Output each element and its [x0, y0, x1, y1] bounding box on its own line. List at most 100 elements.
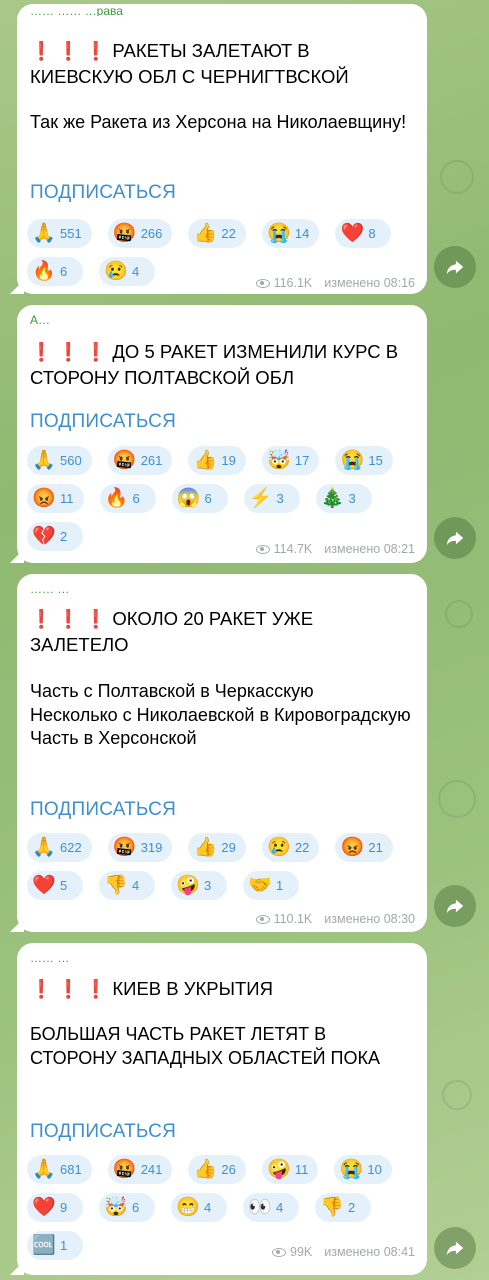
reaction-chip[interactable]: 🤬 319: [107, 833, 173, 862]
reaction-count: 3: [276, 491, 284, 506]
channel-name[interactable]: …… …… …рава: [30, 4, 123, 16]
reaction-chip[interactable]: 🤬 266: [107, 219, 173, 248]
reaction-count: 5: [60, 878, 68, 893]
reaction-count: 26: [221, 1162, 236, 1177]
reaction-emoji-icon: ❤️: [32, 874, 56, 896]
edited-time: изменено 08:30: [324, 912, 415, 926]
reaction-count: 17: [294, 453, 310, 468]
share-button[interactable]: [434, 1227, 476, 1269]
reaction-chip[interactable]: ❤️ 9: [27, 1193, 83, 1222]
reaction-emoji-icon: 🤬: [112, 836, 137, 858]
subscribe-link[interactable]: ПОДПИСАТЬСЯ: [30, 1121, 176, 1143]
reaction-chip[interactable]: 😱 6: [171, 484, 228, 513]
exclamation-icon: ❗ ❗ ❗: [30, 979, 108, 999]
reaction-chip[interactable]: 🔥 6: [27, 257, 83, 286]
reaction-chip[interactable]: 🔥 6: [99, 484, 156, 513]
reaction-chip[interactable]: 🤯 17: [261, 446, 320, 475]
reaction-chip[interactable]: 👍 19: [188, 446, 246, 475]
reaction-emoji-icon: 🤬: [112, 222, 137, 244]
channel-name[interactable]: А…: [30, 313, 50, 325]
view-count: 114.7K: [273, 542, 313, 556]
reaction-count: 29: [221, 840, 236, 855]
reaction-chip[interactable]: ⚡ 3: [243, 484, 300, 513]
reaction-chip[interactable]: 🤯 6: [99, 1193, 155, 1222]
reaction-count: 9: [60, 1200, 68, 1215]
channel-name[interactable]: …… …: [30, 951, 69, 963]
share-button[interactable]: [434, 246, 476, 288]
reaction-emoji-icon: 🤪: [176, 874, 200, 896]
reaction-emoji-icon: 🆒: [32, 1234, 56, 1256]
exclamation-icon: ❗ ❗ ❗: [30, 609, 108, 629]
reaction-chip[interactable]: 👍 29: [188, 833, 246, 862]
post-meta: 114.7K изменено 08:21: [255, 542, 415, 556]
reaction-chip[interactable]: 👎 4: [99, 871, 155, 900]
reaction-chip[interactable]: 😭 14: [261, 219, 320, 248]
eye-icon: [255, 278, 270, 288]
reaction-count: 3: [204, 878, 212, 893]
edited-time: изменено 08:21: [324, 542, 415, 556]
reaction-emoji-icon: 😢: [104, 260, 128, 282]
reaction-emoji-icon: 😡: [340, 836, 365, 858]
reaction-chip[interactable]: ❤️ 8: [335, 219, 392, 248]
reaction-count: 551: [60, 226, 82, 241]
subscribe-link[interactable]: ПОДПИСАТЬСЯ: [30, 182, 176, 204]
reaction-chip[interactable]: 🙏 681: [27, 1155, 92, 1184]
reaction-chip[interactable]: 🤝 1: [243, 871, 299, 900]
reaction-count: 2: [348, 1200, 356, 1215]
reaction-count: 319: [140, 840, 163, 855]
reaction-chip[interactable]: 🎄 3: [315, 484, 372, 513]
reaction-chip[interactable]: 😭 15: [335, 446, 393, 475]
reaction-chip[interactable]: 😢 22: [261, 833, 320, 862]
share-button[interactable]: [434, 885, 476, 927]
reaction-emoji-icon: 🤝: [248, 874, 272, 896]
reaction-chip[interactable]: 🤪 11: [261, 1155, 319, 1184]
reaction-chip[interactable]: 😁 4: [171, 1193, 227, 1222]
reaction-chip[interactable]: 🤪 3: [171, 871, 227, 900]
reaction-chip[interactable]: 💔 2: [27, 522, 83, 551]
reaction-chip[interactable]: 🆒 1: [27, 1231, 83, 1260]
reaction-emoji-icon: 🤬: [112, 1158, 137, 1180]
channel-post[interactable]: …… … ❗ ❗ ❗ ОКОЛО 20 РАКЕТ УЖЕ ЗАЛЕТЕЛО Ч…: [10, 574, 427, 932]
reaction-count: 560: [60, 453, 82, 468]
post-title: ❗ ❗ ❗ КИЕВ В УКРЫТИЯ: [30, 976, 415, 1002]
post-title: ❗ ❗ ❗ ДО 5 РАКЕТ ИЗМЕНИЛИ КУРС В СТОРОНУ…: [30, 339, 415, 390]
reaction-count: 1: [60, 1238, 68, 1253]
bubble-tail: [10, 1261, 24, 1275]
reaction-emoji-icon: 😁: [176, 1196, 200, 1218]
reaction-chip[interactable]: 🤬 261: [107, 446, 173, 475]
reaction-chip[interactable]: 🤬 241: [107, 1155, 173, 1184]
reaction-emoji-icon: 😱: [176, 487, 201, 509]
channel-post[interactable]: …… …… …рава ❗ ❗ ❗ РАКЕТЫ ЗАЛЕТАЮТ В КИЕВ…: [10, 4, 427, 294]
reaction-chip[interactable]: 👍 22: [188, 219, 246, 248]
channel-post[interactable]: А… ❗ ❗ ❗ ДО 5 РАКЕТ ИЗМЕНИЛИ КУРС В СТОР…: [10, 305, 427, 563]
channel-post[interactable]: …… … ❗ ❗ ❗ КИЕВ В УКРЫТИЯ БОЛЬШАЯ ЧАСТЬ …: [10, 943, 427, 1275]
reaction-chip[interactable]: 🙏 622: [27, 833, 92, 862]
reaction-chip[interactable]: 😡 11: [27, 484, 84, 513]
reaction-chip[interactable]: 👍 26: [188, 1155, 246, 1184]
reaction-chip[interactable]: 👎 2: [315, 1193, 371, 1222]
reaction-chip[interactable]: 👀 4: [243, 1193, 299, 1222]
reaction-chip[interactable]: 😭 10: [334, 1155, 392, 1184]
subscribe-link[interactable]: ПОДПИСАТЬСЯ: [30, 799, 176, 821]
reaction-count: 22: [294, 840, 310, 855]
subscribe-link[interactable]: ПОДПИСАТЬСЯ: [30, 411, 176, 433]
reaction-count: 6: [132, 491, 140, 506]
background-doodle: [440, 160, 474, 194]
reaction-chip[interactable]: 😡 21: [335, 833, 393, 862]
bubble-tail: [10, 280, 24, 294]
share-button[interactable]: [434, 517, 476, 559]
reaction-chip[interactable]: 🙏 551: [27, 219, 92, 248]
background-doodle: [442, 1080, 472, 1110]
reaction-chip[interactable]: 🙏 560: [27, 446, 92, 475]
reaction-emoji-icon: 😭: [340, 449, 365, 471]
reaction-emoji-icon: 😢: [267, 836, 291, 858]
reaction-count: 4: [204, 1200, 212, 1215]
view-count: 116.1K: [273, 276, 313, 290]
reaction-emoji-icon: ❤️: [32, 1196, 56, 1218]
reaction-count: 8: [368, 226, 376, 241]
reaction-chip[interactable]: 😢 4: [99, 257, 155, 286]
reaction-chip[interactable]: ❤️ 5: [27, 871, 83, 900]
reaction-emoji-icon: 🙏: [32, 449, 56, 471]
reaction-count: 261: [140, 453, 163, 468]
channel-name[interactable]: …… …: [30, 582, 69, 594]
